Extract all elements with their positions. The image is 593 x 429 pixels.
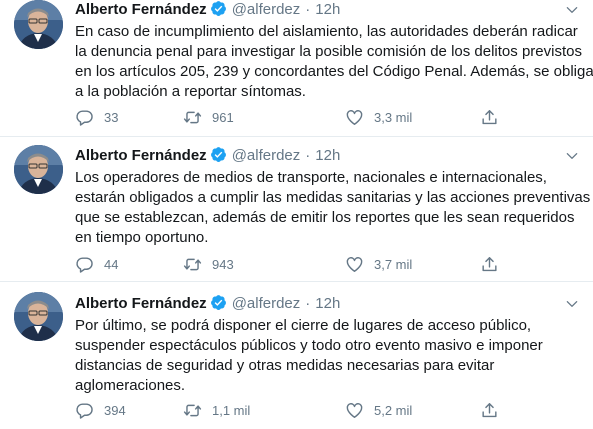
tweet-text-line: distancias de seguridad y otras medidas … — [75, 357, 495, 374]
reply-button[interactable]: 33 — [75, 107, 118, 127]
tweet[interactable]: Alberto Fernández @alferdez · 12h Los opera… — [0, 137, 593, 282]
heart-icon — [346, 256, 363, 272]
tweet[interactable]: Alberto Fernández @alferdez · 12h Por últim… — [0, 282, 593, 429]
like-button[interactable]: 3,7 mil — [345, 254, 412, 274]
share-icon — [482, 109, 497, 124]
user-avatar-icon — [14, 292, 63, 341]
retweet-count: 961 — [212, 109, 234, 125]
tweet-timeline: Alberto Fernández @alferdez · 12h En caso d… — [0, 0, 593, 429]
tweet-header: Alberto Fernández @alferdez · 12h — [75, 146, 573, 166]
tweet-text-line: en los artículos 205, 239 y concordantes… — [75, 63, 593, 80]
author-name[interactable]: Alberto Fernández — [75, 295, 207, 312]
retweet-icon — [183, 111, 202, 123]
author-handle[interactable]: @alferdez — [232, 147, 301, 164]
reply-count: 44 — [104, 256, 119, 272]
user-avatar-icon — [14, 145, 63, 194]
tweet-timestamp[interactable]: 12h — [315, 295, 340, 312]
tweet-actions: 44 943 3,7 mil — [75, 254, 525, 274]
like-count: 3,7 mil — [374, 256, 413, 272]
like-button[interactable]: 5,2 mil — [345, 400, 412, 420]
verified-badge-icon — [210, 147, 226, 162]
share-button[interactable] — [480, 107, 499, 127]
tweet-text-line: a la población a reportar síntomas. — [75, 83, 306, 100]
tweet-text-line: que se establezcan, además de emitir los… — [75, 209, 575, 226]
tweet-text: Los operadores de medios de transporte, … — [75, 168, 591, 248]
reply-button[interactable]: 394 — [75, 400, 126, 420]
tweet-text-line: la denuncia penal para investigar la pos… — [75, 43, 582, 60]
heart-icon — [346, 402, 363, 418]
heart-icon — [346, 109, 363, 125]
separator-dot: · — [305, 147, 311, 164]
reply-icon — [76, 256, 93, 273]
tweet-text-line: aglomeraciones. — [75, 377, 186, 394]
verified-badge-icon — [210, 295, 226, 310]
like-count: 5,2 mil — [374, 402, 413, 418]
share-icon — [482, 402, 497, 417]
author-avatar[interactable] — [14, 145, 63, 194]
author-avatar[interactable] — [14, 0, 63, 49]
user-avatar-icon — [14, 0, 63, 49]
tweet-text: Por último, se podrá disponer el cierre … — [75, 316, 575, 396]
tweet-timestamp[interactable]: 12h — [315, 1, 340, 18]
tweet-text-line: suspender espectáculos públicos y todo o… — [75, 337, 543, 354]
chevron-down-icon[interactable] — [565, 297, 579, 311]
tweet-text-line: Por último, se podrá disponer el cierre … — [75, 317, 532, 334]
retweet-button[interactable]: 1,1 mil — [183, 400, 250, 420]
verified-badge-icon — [210, 1, 226, 16]
reply-count: 33 — [104, 109, 119, 125]
author-handle[interactable]: @alferdez — [232, 1, 301, 18]
retweet-icon — [183, 404, 202, 416]
share-button[interactable] — [480, 254, 499, 274]
tweet-actions: 33 961 3,3 mil — [75, 107, 525, 127]
tweet[interactable]: Alberto Fernández @alferdez · 12h En caso d… — [0, 0, 593, 137]
reply-count: 394 — [104, 402, 126, 418]
tweet-text-line: en tiempo oportuno. — [75, 229, 209, 246]
tweet-text-line: En caso de incumplimiento del aislamient… — [75, 23, 578, 40]
tweet-header: Alberto Fernández @alferdez · 12h — [75, 0, 573, 20]
chevron-down-icon[interactable] — [565, 3, 579, 17]
author-name[interactable]: Alberto Fernández — [75, 147, 207, 164]
share-button[interactable] — [480, 400, 499, 420]
like-count: 3,3 mil — [374, 109, 413, 125]
separator-dot: · — [305, 1, 311, 18]
retweet-button[interactable]: 943 — [183, 254, 234, 274]
retweet-button[interactable]: 961 — [183, 107, 234, 127]
reply-icon — [76, 109, 93, 126]
tweet-timestamp[interactable]: 12h — [315, 147, 340, 164]
tweet-header: Alberto Fernández @alferdez · 12h — [75, 294, 573, 314]
tweet-text-line: Los operadores de medios de transporte, … — [75, 169, 547, 186]
retweet-count: 1,1 mil — [212, 402, 251, 418]
author-name[interactable]: Alberto Fernández — [75, 1, 207, 18]
separator-dot: · — [305, 295, 311, 312]
tweet-actions: 394 1,1 mil 5,2 mil — [75, 400, 525, 420]
retweet-icon — [183, 258, 202, 270]
retweet-count: 943 — [212, 256, 234, 272]
author-avatar[interactable] — [14, 292, 63, 341]
tweet-text: En caso de incumplimiento del aislamient… — [75, 22, 593, 102]
reply-button[interactable]: 44 — [75, 254, 118, 274]
chevron-down-icon[interactable] — [565, 149, 579, 163]
reply-icon — [76, 402, 93, 419]
like-button[interactable]: 3,3 mil — [345, 107, 412, 127]
author-handle[interactable]: @alferdez — [232, 295, 301, 312]
tweet-text-line: estarán obligados a cumplir las medidas … — [75, 189, 591, 206]
share-icon — [482, 256, 497, 271]
